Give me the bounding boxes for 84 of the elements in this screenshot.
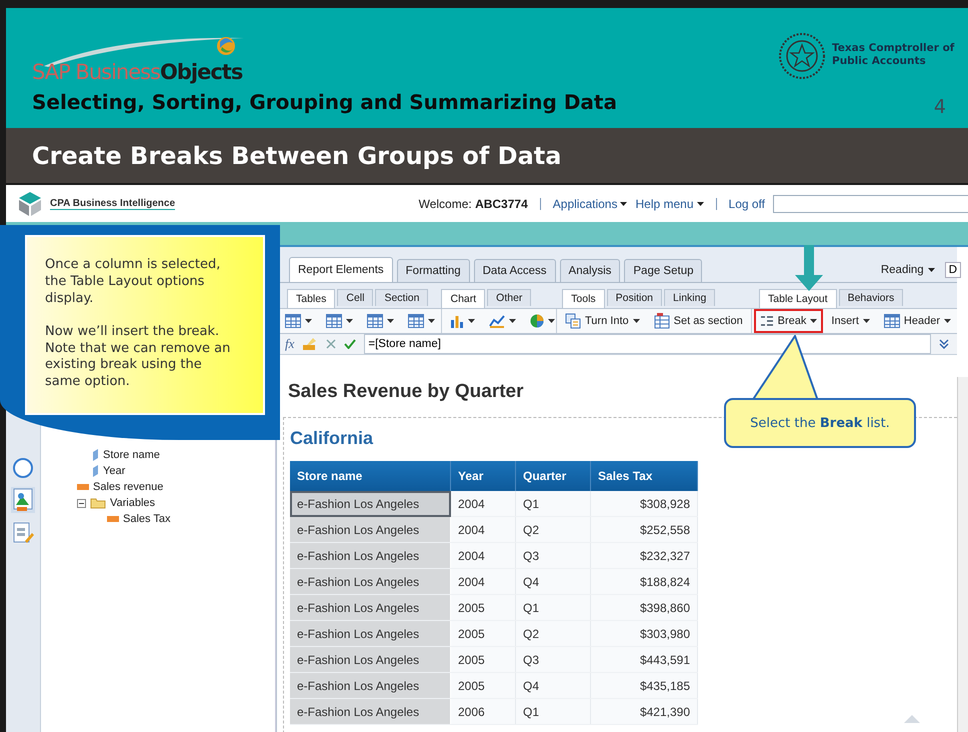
table-cell: 2005 — [450, 672, 516, 698]
table-cell: 2005 — [450, 646, 516, 672]
menu-link[interactable]: Applications — [552, 196, 628, 210]
table-cell: Q4 — [516, 672, 590, 698]
column-header[interactable]: Quarter — [516, 461, 590, 491]
table-cell[interactable]: e-Fashion Los Angeles — [290, 542, 450, 568]
sub-tab[interactable]: Position — [606, 289, 662, 306]
table-cell: 2004 — [450, 542, 516, 568]
table-cell: $232,327 — [590, 542, 698, 568]
tree-item[interactable]: Sales revenue — [93, 481, 164, 493]
table-cell: Q2 — [516, 516, 590, 542]
mode-button[interactable]: D — [944, 262, 961, 278]
toolbar-button[interactable]: Header — [878, 309, 957, 333]
sub-tab[interactable]: Chart — [441, 289, 486, 308]
view-mode-dropdown[interactable]: Reading — [874, 262, 941, 276]
table-cell: Q1 — [516, 594, 590, 620]
toolbar-button[interactable]: Set as section — [648, 309, 749, 333]
table-cell: 2004 — [450, 568, 516, 594]
table-cell: $308,928 — [590, 491, 698, 516]
sub-tab[interactable]: Cell — [337, 289, 374, 306]
table-cell: Q4 — [516, 568, 590, 594]
table-cell: $303,980 — [590, 620, 698, 646]
table-cell[interactable]: e-Fashion Los Angeles — [290, 594, 450, 620]
logo-text: SAP BusinessObjects — [32, 60, 244, 84]
table-cell: $398,860 — [590, 594, 698, 620]
table-cell: $188,824 — [590, 568, 698, 594]
callout-text: Select the Break list. — [750, 416, 890, 430]
sub-tab[interactable]: Other — [487, 289, 532, 306]
toolbar-button[interactable]: Break — [754, 309, 824, 333]
function-label[interactable]: fx — [285, 336, 294, 352]
slide-title: Selecting, Sorting, Grouping and Summarizing Data — [32, 90, 617, 114]
instruction-text: Once a column is selected, the Table Layout options display. — [45, 257, 222, 308]
sub-tab[interactable]: Table Layout — [759, 289, 837, 308]
section-heading: Create Breaks Between Groups of Data — [32, 142, 562, 170]
table-cell: Q1 — [516, 491, 590, 516]
menu-link[interactable]: Help menu — [635, 196, 704, 210]
brand-name: CPA Business Intelligence — [50, 198, 176, 210]
table-cell: Q2 — [516, 620, 590, 646]
column-header[interactable]: Store name — [290, 461, 450, 491]
table-cell[interactable]: e-Fashion Los Angeles — [290, 646, 450, 672]
table-cell: $421,390 — [590, 698, 698, 724]
section-title: California — [290, 428, 374, 449]
table-cell: Q3 — [516, 646, 590, 672]
table-cell[interactable]: e-Fashion Los Angeles — [290, 516, 450, 542]
ribbon-tab[interactable]: Analysis — [560, 259, 620, 282]
table-cell[interactable]: e-Fashion Los Angeles — [290, 672, 450, 698]
page-number: 4 — [934, 96, 946, 118]
tree-item[interactable]: Store name — [103, 449, 160, 461]
ribbon-tab[interactable]: Page Setup — [624, 259, 702, 282]
ribbon-tab[interactable]: Formatting — [396, 259, 470, 282]
table-cell[interactable]: e-Fashion Los Angeles — [290, 698, 450, 724]
sub-tab[interactable]: Tools — [562, 289, 605, 308]
table-cell: Q1 — [516, 698, 590, 724]
tree-item[interactable]: Variables — [110, 497, 156, 509]
sub-tab[interactable]: Section — [375, 289, 428, 306]
table-cell: $443,591 — [590, 646, 698, 672]
welcome-text: Welcome: ABC3774 — [418, 196, 528, 210]
toolbar-button[interactable]: Insert — [825, 309, 876, 333]
instruction-text: Now we’ll insert the break. Note that we can remove an existing break using the same option. — [45, 324, 232, 392]
table-cell: $435,185 — [590, 672, 698, 698]
tree-item[interactable]: Year — [103, 465, 126, 477]
table-cell: 2005 — [450, 620, 516, 646]
table-cell: $252,558 — [590, 516, 698, 542]
column-header[interactable]: Year — [450, 461, 516, 491]
organization-name: Texas Comptroller of Public Accounts — [832, 42, 956, 68]
logoff-link[interactable]: Log off — [728, 196, 765, 210]
table-cell: 2004 — [450, 491, 516, 516]
table-cell: 2006 — [450, 698, 516, 724]
ribbon-tab[interactable]: Report Elements — [289, 257, 393, 282]
table-cell: 2004 — [450, 516, 516, 542]
table-cell: Q3 — [516, 542, 590, 568]
table-cell[interactable]: e-Fashion Los Angeles — [290, 491, 450, 516]
toolbar-button[interactable]: Turn Into — [559, 309, 646, 333]
sub-tab[interactable]: Behaviors — [838, 289, 904, 306]
report-title: Sales Revenue by Quarter — [287, 381, 524, 403]
tree-item[interactable]: Sales Tax — [123, 513, 170, 525]
formula-field[interactable]: =[Store name] — [364, 334, 931, 354]
table-cell[interactable]: e-Fashion Los Angeles — [290, 620, 450, 646]
sub-tab[interactable]: Tables — [287, 289, 336, 308]
ribbon-tab[interactable]: Data Access — [474, 259, 556, 282]
sub-tab[interactable]: Linking — [664, 289, 716, 306]
table-cell[interactable]: e-Fashion Los Angeles — [290, 568, 450, 594]
table-cell: 2005 — [450, 594, 516, 620]
column-header[interactable]: Sales Tax — [590, 461, 698, 491]
